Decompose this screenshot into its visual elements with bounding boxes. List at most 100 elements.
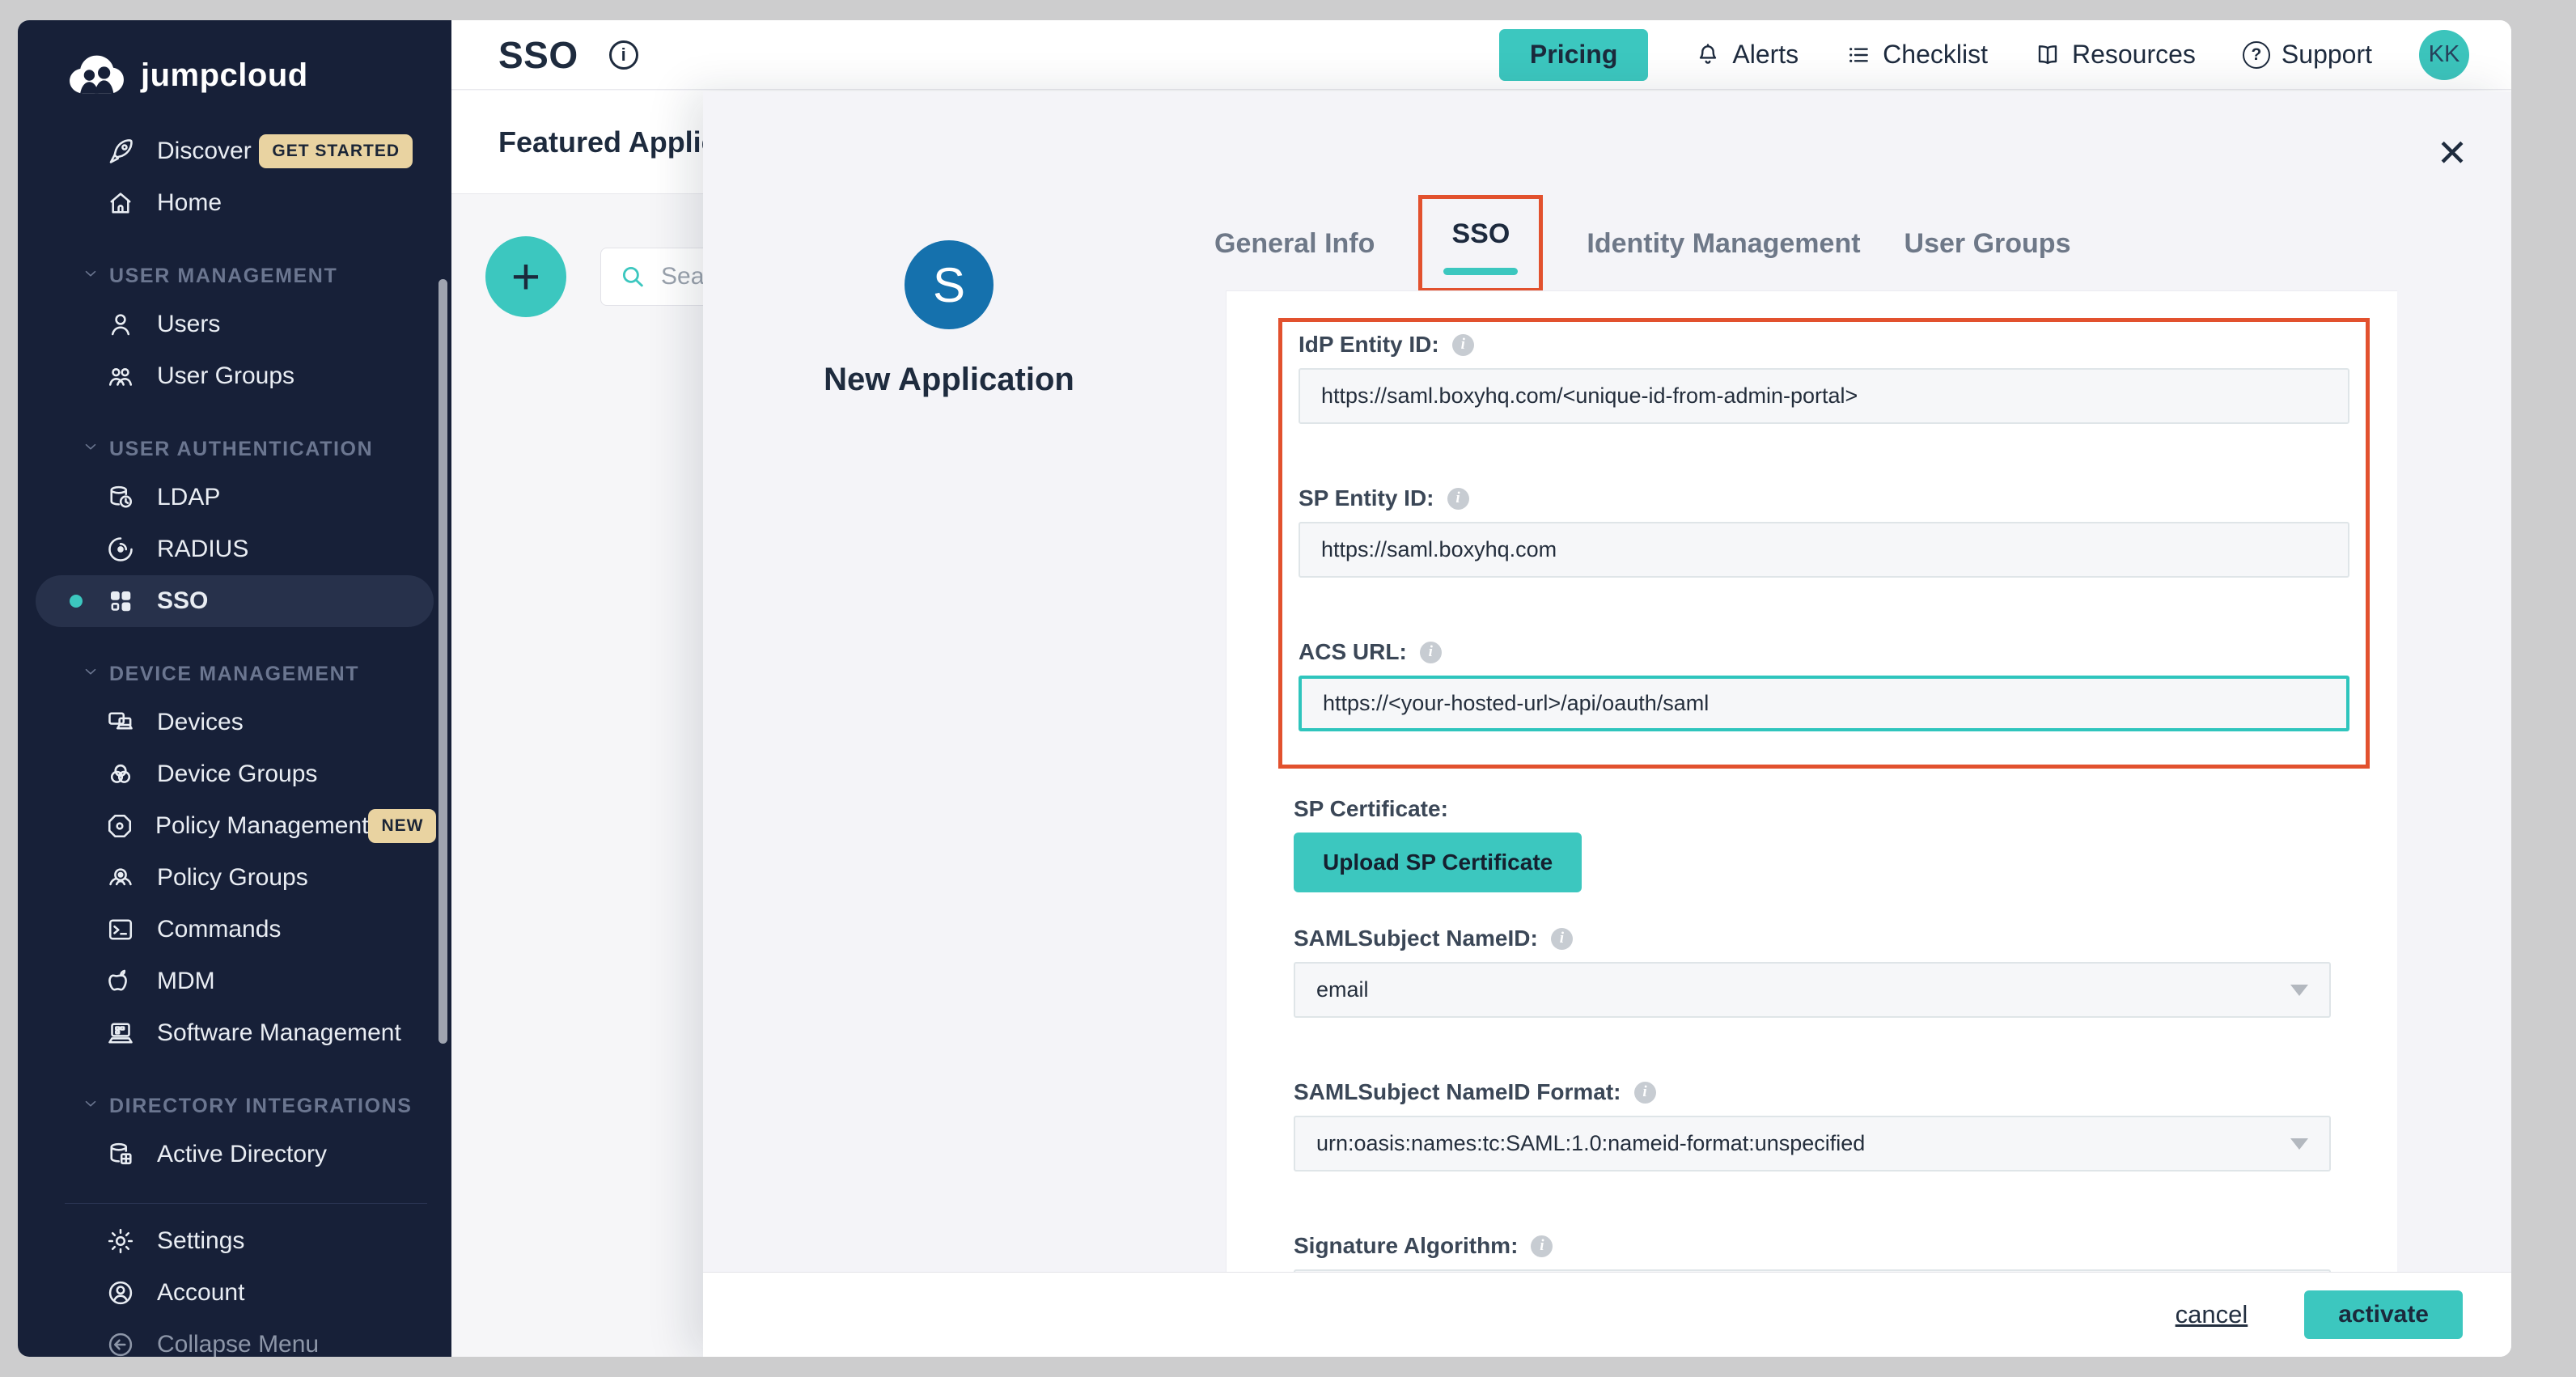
field-label-row: Signature Algorithm:i <box>1294 1233 2331 1259</box>
account-icon <box>105 1277 136 1308</box>
alerts-button[interactable]: Alerts <box>1695 40 1799 70</box>
checklist-icon <box>1845 42 1871 68</box>
sidebar-section-label: USER AUTHENTICATION <box>109 438 373 461</box>
tab-sso[interactable]: SSO <box>1443 218 1518 275</box>
dropdown-arrow-icon <box>2290 985 2308 996</box>
idp-entity-id-input[interactable]: https://saml.boxyhq.com/<unique-id-from-… <box>1299 368 2349 424</box>
activate-button[interactable]: activate <box>2304 1290 2463 1339</box>
sidebar-item-settings[interactable]: Settings <box>36 1215 434 1267</box>
tab-label: General Info <box>1214 228 1375 260</box>
devices-icon <box>105 707 136 738</box>
samlsubject-nameid-format-select[interactable]: urn:oasis:names:tc:SAML:1.0:nameid-forma… <box>1294 1116 2331 1172</box>
sidebar-item-policy-management[interactable]: Policy ManagementNEW <box>36 800 434 852</box>
sidebar-item-devices[interactable]: Devices <box>36 697 434 748</box>
support-button[interactable]: ? Support <box>2243 40 2372 70</box>
user-group-icon <box>105 361 136 392</box>
field-label-row: SP Entity ID:i <box>1299 485 2349 511</box>
sidebar-section-user-authentication[interactable]: USER AUTHENTICATION <box>18 426 451 472</box>
sidebar-item-users[interactable]: Users <box>36 299 434 350</box>
sp-entity-id-input[interactable]: https://saml.boxyhq.com <box>1299 522 2349 578</box>
tab-label: SSO <box>1451 218 1510 250</box>
field-sp-certificate: SP Certificate: Upload SP Certificate <box>1294 796 2331 892</box>
device-groups-icon <box>105 759 136 790</box>
sidebar-section-device-management[interactable]: DEVICE MANAGEMENT <box>18 651 451 697</box>
info-icon[interactable]: i <box>1531 1235 1553 1257</box>
tab-label: User Groups <box>1904 228 2071 260</box>
info-icon[interactable]: i <box>1551 928 1573 950</box>
search-icon <box>619 263 646 290</box>
sidebar-item-label: SSO <box>157 587 208 615</box>
acs-url-input[interactable]: https://<your-hosted-url>/api/oauth/saml <box>1299 676 2349 731</box>
field-label: SP Certificate: <box>1294 796 1448 822</box>
tab-general-info[interactable]: General Info <box>1214 228 1375 260</box>
sidebar-item-active-directory[interactable]: Active Directory <box>36 1129 434 1180</box>
sidebar-item-label: MDM <box>157 968 215 995</box>
samlsubject-nameid-select[interactable]: email <box>1294 962 2331 1018</box>
sidebar-item-user-groups[interactable]: User Groups <box>36 350 434 402</box>
info-icon[interactable]: i <box>1452 334 1474 356</box>
cancel-link[interactable]: cancel <box>2176 1300 2248 1329</box>
sidebar-item-label: Policy Groups <box>157 864 308 892</box>
chevron-down-icon <box>82 265 100 288</box>
user-avatar[interactable]: KK <box>2419 30 2469 80</box>
sidebar-item-collapse-menu[interactable]: Collapse Menu <box>36 1319 434 1357</box>
app-name: New Application <box>779 362 1119 398</box>
home-icon <box>105 188 136 218</box>
info-icon[interactable]: i <box>1634 1082 1656 1104</box>
chevron-down-icon <box>82 663 100 686</box>
field-label-row: IdP Entity ID:i <box>1299 332 2349 358</box>
add-application-button[interactable]: + <box>485 236 566 317</box>
sidebar-nav: DiscoverGET STARTEDHome USER MANAGEMENT Us… <box>18 117 451 1357</box>
field-sp-entity-id: SP Entity ID:i https://saml.boxyhq.com <box>1299 485 2349 578</box>
upload-sp-certificate-button[interactable]: Upload SP Certificate <box>1294 833 1582 892</box>
sidebar-section-directory-integrations[interactable]: DIRECTORY INTEGRATIONS <box>18 1083 451 1129</box>
close-icon[interactable]: ✕ <box>2426 127 2478 179</box>
policy-management-icon <box>105 811 134 841</box>
software-management-icon <box>105 1018 136 1049</box>
sidebar-item-device-groups[interactable]: Device Groups <box>36 748 434 800</box>
jumpcloud-logo[interactable]: jumpcloud <box>18 20 451 117</box>
info-icon[interactable]: i <box>1420 642 1442 663</box>
sidebar-item-label: RADIUS <box>157 536 248 563</box>
chevron-down-icon <box>82 1095 100 1118</box>
tab-identity-management[interactable]: Identity Management <box>1587 228 1860 260</box>
logo-text: jumpcloud <box>141 57 308 94</box>
resources-label: Resources <box>2072 40 2196 70</box>
sidebar-item-policy-groups[interactable]: Policy Groups <box>36 852 434 904</box>
sidebar-item-home[interactable]: Home <box>36 177 434 229</box>
field-signature-algorithm: Signature Algorithm:iRSA-SHA256 <box>1294 1233 2331 1272</box>
resources-button[interactable]: Resources <box>2035 40 2196 70</box>
pricing-button[interactable]: Pricing <box>1499 29 1648 81</box>
field-idp-entity-id: IdP Entity ID:i https://saml.boxyhq.com/<… <box>1299 332 2349 424</box>
alerts-label: Alerts <box>1732 40 1799 70</box>
sidebar-item-radius[interactable]: RADIUS <box>36 523 434 575</box>
sidebar-scrollbar[interactable] <box>439 279 447 1044</box>
sidebar-item-sso[interactable]: SSO <box>36 575 434 627</box>
field-label: ACS URL: <box>1299 639 1407 665</box>
field-label: SAMLSubject NameID Format: <box>1294 1079 1621 1105</box>
sidebar-item-ldap[interactable]: LDAP <box>36 472 434 523</box>
sidebar-item-label: Account <box>157 1279 244 1307</box>
sidebar-section-user-management[interactable]: USER MANAGEMENT <box>18 253 451 299</box>
mdm-icon <box>105 966 136 997</box>
sidebar-item-software-management[interactable]: Software Management <box>36 1007 434 1059</box>
page-title: SSO <box>498 33 578 77</box>
get-started-badge: GET STARTED <box>259 134 413 168</box>
sidebar-item-account[interactable]: Account <box>36 1267 434 1319</box>
radius-icon <box>105 534 136 565</box>
page-info-icon[interactable]: i <box>609 40 638 70</box>
bell-icon <box>1695 42 1721 68</box>
app-window: jumpcloud DiscoverGET STARTEDHome USER MA… <box>18 20 2511 1357</box>
sidebar-item-mdm[interactable]: MDM <box>36 955 434 1007</box>
field-samlsubject-nameid-format: SAMLSubject NameID Format: i urn:oasis:nam… <box>1294 1079 2331 1172</box>
sidebar-section-label: USER MANAGEMENT <box>109 265 337 288</box>
checklist-button[interactable]: Checklist <box>1845 40 1988 70</box>
tab-user-groups[interactable]: User Groups <box>1904 228 2071 260</box>
sidebar-item-commands[interactable]: Commands <box>36 904 434 955</box>
field-label: SAMLSubject NameID: <box>1294 926 1538 951</box>
info-icon[interactable]: i <box>1447 488 1469 510</box>
select-value: email <box>1316 977 1369 1002</box>
sidebar-item-discover[interactable]: DiscoverGET STARTED <box>36 125 434 177</box>
active-directory-icon <box>105 1139 136 1170</box>
sidebar-item-label: Software Management <box>157 1019 401 1047</box>
